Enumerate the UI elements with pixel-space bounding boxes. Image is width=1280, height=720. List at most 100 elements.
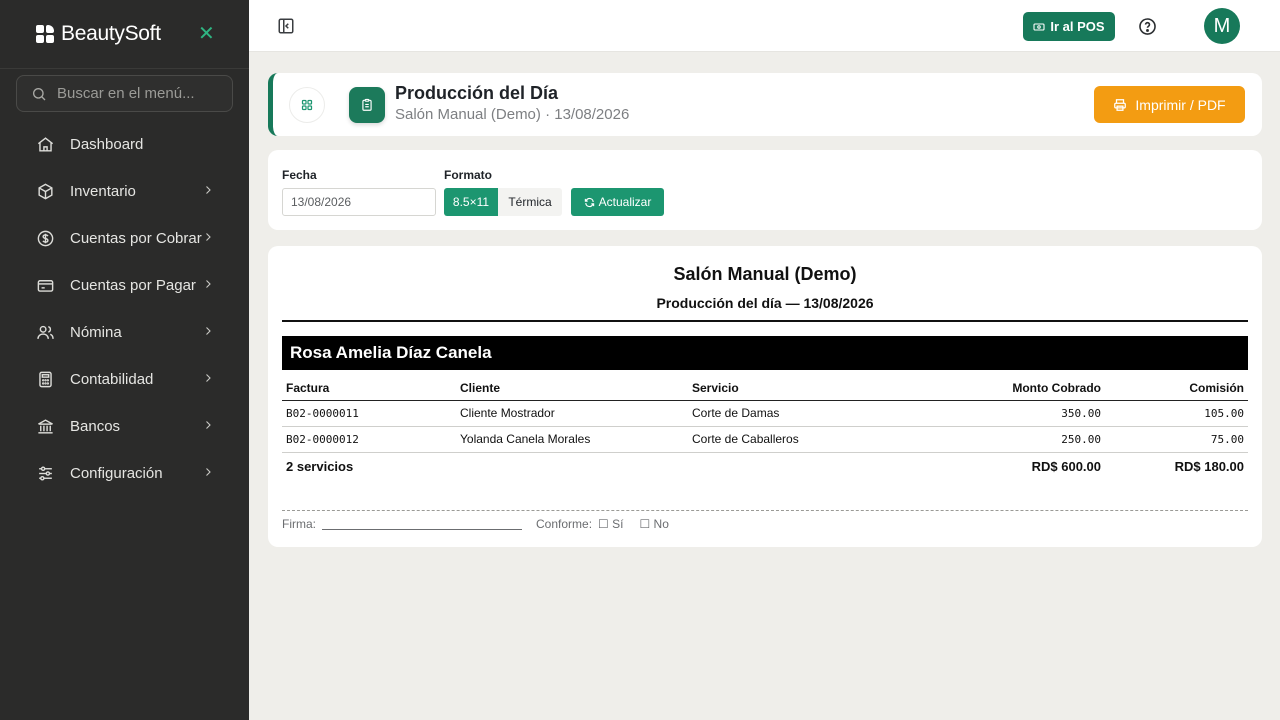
signature-line: Firma: Conforme: ☐ Sí ☐ No (282, 517, 669, 531)
refresh-icon (584, 197, 594, 207)
service-cell: Corte de Caballeros (688, 426, 918, 453)
date-input[interactable]: 13/08/2026 (282, 188, 436, 216)
print-button-label: Imprimir / PDF (1135, 96, 1226, 113)
date-label: Fecha (282, 168, 317, 182)
chevron-right-icon (206, 186, 211, 194)
chevron-right-icon (206, 233, 211, 241)
go-to-pos-button[interactable]: Ir al POS (1023, 12, 1115, 41)
sidebar-item-configuracion[interactable]: Configuración (0, 450, 249, 497)
table-header-row: Factura Cliente Servicio Monto Cobrado C… (282, 376, 1248, 401)
brand: BeautySoft ✕ (0, 0, 249, 69)
signature-blank (322, 518, 522, 530)
column-header: Comisión (1105, 376, 1248, 401)
column-header: Cliente (456, 376, 688, 401)
sliders-icon (35, 464, 55, 484)
brand-name: BeautySoft (61, 22, 161, 45)
print-pdf-button[interactable]: Imprimir / PDF (1094, 86, 1245, 123)
column-header: Monto Cobrado (918, 376, 1105, 401)
totals-row: 2 servicios RD$ 600.00 RD$ 180.00 (282, 452, 1248, 480)
table-row: B02-0000011 Cliente Mostrador Corte de D… (282, 400, 1248, 427)
report-title: Salón Manual (Demo) (673, 264, 857, 284)
total-commission: RD$ 180.00 (1174, 458, 1244, 474)
sidebar-item-label: Contabilidad (70, 371, 154, 388)
table-row: B02-0000012 Yolanda Canela Morales Corte… (282, 426, 1248, 453)
page-header: Producción del Día Salón Manual (Demo) ·… (268, 73, 1262, 136)
services-table: Factura Cliente Servicio Monto Cobrado C… (282, 376, 1248, 480)
client-cell: Yolanda Canela Morales (456, 426, 688, 453)
signature-label: Firma: (282, 517, 316, 531)
sidebar-item-label: Cuentas por Cobrar (70, 230, 202, 247)
total-amount: RD$ 600.00 (1031, 458, 1101, 474)
sidebar-item-contabilidad[interactable]: Contabilidad (0, 356, 249, 403)
sidebar-item-label: Cuentas por Pagar (70, 277, 196, 294)
page-title: Producción del Día (395, 83, 559, 103)
conforme-label: Conforme: (536, 517, 593, 531)
production-report: Salón Manual (Demo) Producción del día —… (268, 246, 1262, 547)
pos-button-label: Ir al POS (1050, 19, 1105, 34)
total-label: 2 servicios (286, 458, 354, 474)
report-subtitle: Producción del día — 13/08/2026 (656, 295, 874, 311)
search-icon (33, 87, 46, 100)
amount-cell: 350.00 (918, 400, 1105, 427)
column-header: Factura (282, 376, 456, 401)
dollar-circle-icon (35, 229, 55, 249)
menu-search-input[interactable]: Buscar en el menú... (16, 75, 233, 112)
employee-name-bar: Rosa Amelia Díaz Canela (282, 336, 1248, 370)
format-option-letter[interactable]: 8.5×11 (444, 188, 498, 216)
grid-icon[interactable] (289, 87, 325, 123)
format-label: Formato (444, 168, 492, 182)
bank-icon (35, 417, 55, 437)
chevron-right-icon (206, 327, 211, 335)
box-icon (35, 182, 55, 202)
chevron-right-icon (206, 468, 211, 476)
close-sidebar-icon[interactable]: ✕ (198, 24, 215, 44)
avatar[interactable]: M (1204, 8, 1240, 44)
conforme-no: ☐ No (639, 517, 669, 531)
home-icon (35, 135, 55, 155)
sidebar-item-nomina[interactable]: Nómina (0, 309, 249, 356)
service-cell: Corte de Damas (688, 400, 918, 427)
sidebar-item-inventario[interactable]: Inventario (0, 168, 249, 215)
refresh-button[interactable]: Actualizar (571, 188, 664, 216)
divider (282, 320, 1248, 322)
sidebar: BeautySoft ✕ Buscar en el menú... Dashbo… (0, 0, 249, 720)
sidebar-item-bancos[interactable]: Bancos (0, 403, 249, 450)
column-header: Servicio (688, 376, 918, 401)
cash-icon (1033, 22, 1045, 31)
help-icon[interactable] (1138, 17, 1157, 36)
sidebar-item-label: Configuración (70, 465, 163, 482)
sidebar-item-cuentas-pagar[interactable]: Cuentas por Pagar (0, 262, 249, 309)
users-icon (35, 323, 55, 343)
sidebar-toggle-icon[interactable] (277, 17, 295, 35)
chevron-right-icon (206, 421, 211, 429)
clipboard-icon (349, 87, 385, 123)
invoice-cell: B02-0000011 (282, 400, 456, 427)
amount-cell: 250.00 (918, 426, 1105, 453)
invoice-cell: B02-0000012 (282, 426, 456, 453)
search-placeholder: Buscar en el menú... (57, 85, 195, 102)
brand-logo-icon (36, 25, 54, 43)
format-option-thermal[interactable]: Térmica (498, 188, 562, 216)
chevron-right-icon (206, 374, 211, 382)
conforme-yes: ☐ Sí (598, 517, 624, 531)
commission-cell: 105.00 (1105, 400, 1248, 427)
sidebar-item-label: Bancos (70, 418, 121, 435)
signature-divider (282, 510, 1248, 511)
chevron-right-icon (206, 280, 211, 288)
calculator-icon (35, 370, 55, 390)
sidebar-item-label: Dashboard (70, 136, 144, 153)
sidebar-item-dashboard[interactable]: Dashboard (0, 121, 249, 168)
credit-card-icon (35, 276, 55, 296)
sidebar-nav: Dashboard Inventario Cuentas por Cobrar … (0, 121, 249, 497)
format-toggle: 8.5×11 Térmica (444, 188, 562, 216)
sidebar-item-label: Nómina (70, 324, 122, 341)
refresh-button-label: Actualizar (598, 195, 652, 209)
topbar: Ir al POS M (249, 0, 1280, 52)
sidebar-item-label: Inventario (70, 183, 136, 200)
commission-cell: 75.00 (1105, 426, 1248, 453)
client-cell: Cliente Mostrador (456, 400, 688, 427)
sidebar-item-cuentas-cobrar[interactable]: Cuentas por Cobrar (0, 215, 249, 262)
filter-panel: Fecha 13/08/2026 Formato 8.5×11 Térmica … (268, 150, 1262, 230)
page-subtitle: Salón Manual (Demo) · 13/08/2026 (395, 106, 630, 123)
printer-icon (1114, 98, 1127, 111)
